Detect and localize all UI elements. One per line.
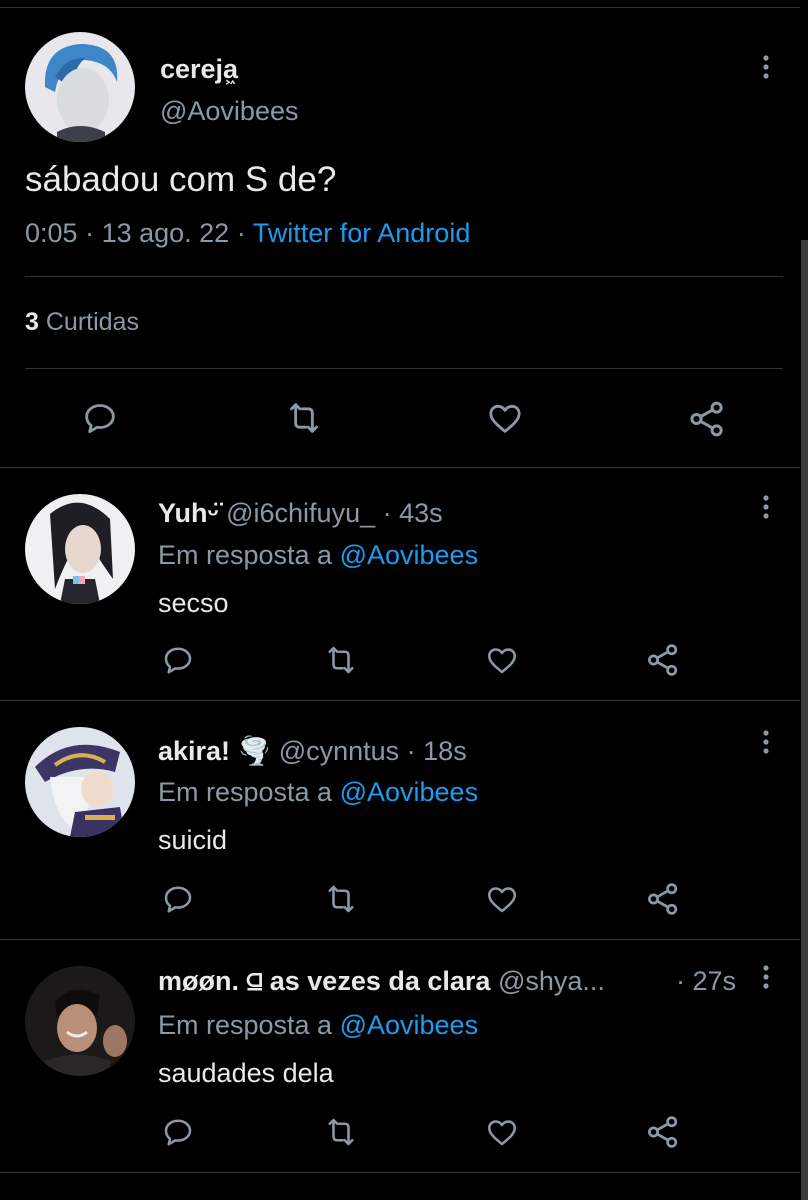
avatar[interactable]: [25, 966, 135, 1076]
meta-separator: ·: [85, 218, 102, 248]
in-reply-prefix: Em resposta a: [158, 777, 333, 807]
reply-text: saudades dela: [158, 1058, 334, 1088]
author-handle[interactable]: @Aovibees: [160, 96, 298, 127]
reply-header: møøn. ⫑ as vezes da clara @shya...: [158, 966, 605, 998]
mention-link[interactable]: @Aovibees: [340, 777, 478, 807]
reply-header: akira! 🌪️ @cynntus · 18s: [158, 735, 467, 767]
divider: [25, 368, 783, 369]
tweet-meta: 0:05 · 13 ago. 22 · Twitter for Android: [25, 218, 470, 249]
mention-link[interactable]: @Aovibees: [340, 540, 478, 570]
more-options-icon[interactable]: [756, 962, 776, 992]
more-options-icon[interactable]: [756, 52, 776, 82]
retweet-icon[interactable]: [283, 398, 325, 438]
reply-header: Yuhᵕ̈ @i6chifuyu_ · 43s: [158, 498, 443, 529]
main-tweet: cereja͖ @Aovibees sábadou com S de? 0:05…: [0, 0, 800, 468]
reply-icon[interactable]: [160, 1114, 196, 1150]
retweet-icon[interactable]: [322, 1114, 360, 1150]
reply-time-wrap: · 27s: [676, 966, 736, 997]
reply-author-handle[interactable]: @shya...: [498, 966, 605, 996]
avatar[interactable]: [25, 32, 135, 142]
in-reply-to: Em resposta a @Aovibees: [158, 777, 478, 808]
reply-author-name[interactable]: møøn. ⫑ as vezes da clara: [158, 966, 490, 996]
likes-count: 3: [25, 308, 39, 336]
meta-separator: ·: [236, 218, 253, 248]
reply-tweet[interactable]: akira! 🌪️ @cynntus · 18s Em resposta a @…: [0, 701, 800, 939]
divider: [25, 276, 783, 277]
reply-icon[interactable]: [160, 642, 196, 678]
in-reply-prefix: Em resposta a: [158, 1010, 333, 1040]
reply-icon[interactable]: [80, 398, 120, 438]
reply-text: suicid: [158, 825, 228, 855]
scrollbar[interactable]: [801, 240, 808, 1200]
reply-author-handle[interactable]: @i6chifuyu_: [226, 498, 375, 528]
reply-tweet[interactable]: Yuhᵕ̈ @i6chifuyu_ · 43s Em resposta a @A…: [0, 468, 800, 700]
avatar[interactable]: [25, 494, 135, 604]
like-icon[interactable]: [483, 881, 521, 917]
share-icon[interactable]: [644, 880, 682, 918]
share-icon[interactable]: [644, 1113, 682, 1151]
tweet-separator: [0, 1172, 800, 1173]
reply-time[interactable]: · 27s: [676, 966, 736, 996]
reply-tweet[interactable]: møøn. ⫑ as vezes da clara @shya... · 27s…: [0, 940, 800, 1172]
retweet-icon[interactable]: [322, 881, 360, 917]
in-reply-to: Em resposta a @Aovibees: [158, 1010, 478, 1041]
author-name[interactable]: cereja͖: [160, 54, 238, 85]
share-icon[interactable]: [686, 398, 728, 440]
reply-author-name[interactable]: akira! 🌪️: [158, 736, 271, 766]
reply-time[interactable]: · 18s: [407, 736, 467, 766]
tweet-date: 13 ago. 22: [101, 218, 230, 248]
reply-text: secso: [158, 588, 229, 618]
in-reply-prefix: Em resposta a: [158, 540, 333, 570]
tweet-text: sábadou com S de?: [25, 160, 337, 199]
likes-count-link[interactable]: 3 Curtidas: [25, 308, 139, 337]
in-reply-to: Em resposta a @Aovibees: [158, 540, 478, 571]
reply-author-handle[interactable]: @cynntus: [279, 736, 399, 766]
share-icon[interactable]: [644, 641, 682, 679]
reply-author-name[interactable]: Yuhᵕ̈: [158, 498, 219, 528]
retweet-icon[interactable]: [322, 642, 360, 678]
tweet-time: 0:05: [25, 218, 78, 248]
more-options-icon[interactable]: [756, 727, 776, 757]
like-icon[interactable]: [483, 642, 521, 678]
avatar[interactable]: [25, 727, 135, 837]
like-icon[interactable]: [484, 398, 526, 438]
reply-time[interactable]: · 43s: [383, 498, 443, 528]
reply-icon[interactable]: [160, 881, 196, 917]
like-icon[interactable]: [483, 1114, 521, 1150]
more-options-icon[interactable]: [756, 492, 776, 522]
tweet-source-link[interactable]: Twitter for Android: [253, 218, 471, 248]
likes-label: Curtidas: [45, 308, 139, 336]
mention-link[interactable]: @Aovibees: [340, 1010, 478, 1040]
